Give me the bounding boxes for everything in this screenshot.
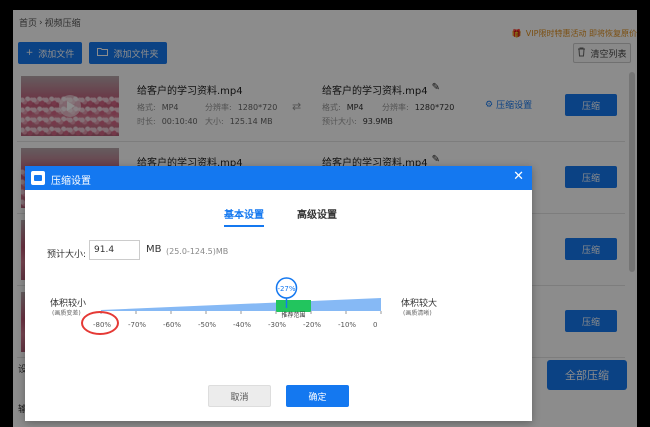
cancel-button[interactable]: 取消 (208, 385, 271, 407)
tick-label: -20% (303, 321, 322, 329)
tick-label: -70% (128, 321, 147, 329)
tick-label: -50% (198, 321, 217, 329)
recommended-range-label: 推荐范围 (281, 311, 305, 319)
tick-label: 0 (373, 321, 378, 329)
annotation-red-circle (81, 311, 119, 335)
compression-slider[interactable]: 推荐范围 -27% (25, 166, 532, 421)
slider-ticks (100, 311, 382, 314)
compress-settings-dialog: 压缩设置 ✕ 基本设置 高级设置 预计大小: MB (25.0-124.5)MB… (25, 166, 532, 421)
tick-label: -10% (338, 321, 357, 329)
recommended-range-bar (276, 300, 311, 312)
slider-track (101, 298, 381, 311)
tick-label: -40% (233, 321, 252, 329)
slider-value-label: -27% (277, 285, 295, 293)
tick-label: -30% (268, 321, 287, 329)
tick-label: -60% (163, 321, 182, 329)
confirm-button[interactable]: 确定 (286, 385, 349, 407)
